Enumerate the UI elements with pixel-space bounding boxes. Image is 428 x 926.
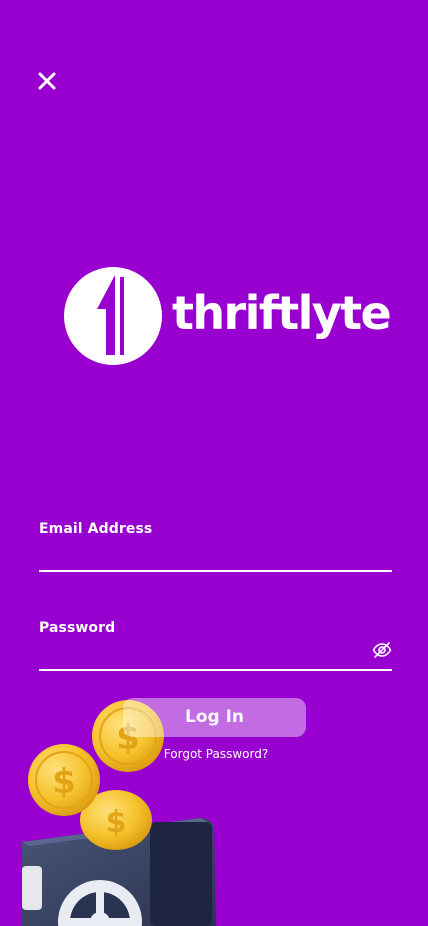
close-icon	[38, 72, 56, 90]
password-input[interactable]	[39, 638, 392, 671]
email-input[interactable]	[39, 539, 392, 572]
email-field-group: Email Address	[39, 519, 392, 572]
login-button[interactable]: Log In	[123, 698, 306, 737]
coin-symbol: $	[52, 762, 76, 802]
safe-icon	[22, 818, 216, 926]
eye-off-icon	[372, 642, 392, 658]
forgot-password-link[interactable]: Forgot Password?	[140, 747, 292, 761]
coin-icon: $	[80, 790, 152, 850]
toggle-password-visibility[interactable]	[372, 640, 392, 660]
password-field-group: Password	[39, 618, 392, 671]
coin-icon: $	[28, 744, 100, 816]
email-label: Email Address	[39, 521, 153, 537]
coin-symbol: $	[106, 805, 127, 840]
close-button[interactable]	[33, 67, 61, 95]
logo-icon	[64, 267, 162, 365]
brand-logo: thriftlyte	[64, 267, 392, 367]
brand-name: thriftlyte	[172, 286, 392, 340]
password-label: Password	[39, 620, 116, 636]
